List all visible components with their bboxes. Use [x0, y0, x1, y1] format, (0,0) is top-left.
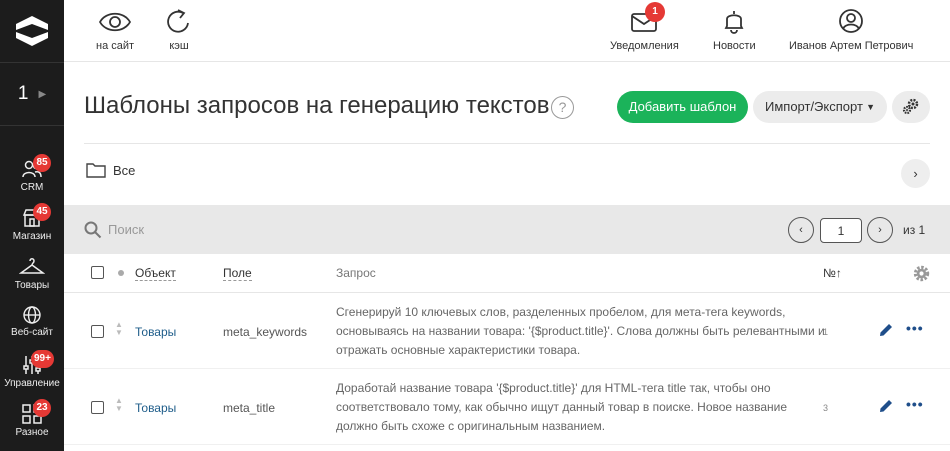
- chevron-left-icon: ‹: [799, 224, 803, 236]
- search-bar: ‹ › из 1: [64, 205, 950, 254]
- gears-icon: [902, 98, 919, 115]
- notifications-badge: 1: [645, 2, 665, 22]
- table-row[interactable]: ▲ ▼ Товары meta_title Доработай название …: [64, 370, 950, 445]
- add-template-button[interactable]: Добавить шаблон: [617, 91, 748, 123]
- news-label: Новости: [713, 40, 756, 52]
- edit-icon[interactable]: [878, 322, 894, 338]
- site-switcher[interactable]: 1 ▶: [0, 62, 64, 126]
- cell-number: 3: [823, 403, 829, 413]
- refresh-icon: [167, 9, 189, 33]
- chevron-right-icon: ›: [878, 224, 882, 236]
- sidebar-item-label: Управление: [4, 378, 60, 389]
- select-all-checkbox[interactable]: [91, 266, 104, 279]
- sidebar-item-label: CRM: [20, 182, 44, 193]
- search-input[interactable]: [108, 218, 408, 240]
- user-menu[interactable]: Иванов Артем Петрович: [789, 8, 913, 52]
- cache-label: кэш: [169, 40, 189, 52]
- sidebar: 1 ▶ CRM 85 Магазин 45 Товары Веб-сайт Уп…: [0, 0, 64, 451]
- cell-query: Сгенерируй 10 ключевых слов, разделенных…: [336, 305, 825, 357]
- folder-icon: [86, 163, 106, 178]
- column-settings-icon[interactable]: [912, 264, 931, 283]
- column-query: Запрос: [336, 266, 376, 280]
- cell-number: 1: [823, 327, 829, 337]
- import-export-button[interactable]: Импорт/Экспорт ▼: [753, 91, 887, 123]
- sidebar-item-crm[interactable]: CRM 85: [0, 154, 64, 206]
- eye-icon: [99, 12, 132, 32]
- column-field[interactable]: Поле: [223, 266, 252, 281]
- globe-icon: [23, 306, 41, 324]
- user-name: Иванов Артем Петрович: [789, 40, 914, 52]
- more-icon[interactable]: •••: [906, 320, 924, 336]
- table-header: Объект Поле Запрос №↑: [64, 254, 950, 293]
- cell-object-link[interactable]: Товары: [135, 325, 176, 339]
- row-checkbox[interactable]: [91, 401, 104, 414]
- to-site-label: на сайт: [96, 40, 135, 52]
- cache-button[interactable]: кэш: [164, 8, 194, 52]
- caret-down-icon: ▼: [866, 102, 875, 112]
- folder-label: Все: [113, 162, 136, 178]
- search-icon: [84, 221, 102, 239]
- notifications-button[interactable]: Уведомления 1: [610, 2, 679, 52]
- header-divider: [84, 143, 930, 144]
- to-site-button[interactable]: на сайт: [96, 8, 134, 52]
- management-badge: 99+: [31, 350, 54, 368]
- hanger-icon: [19, 258, 45, 274]
- chevron-right-icon: ›: [913, 166, 918, 181]
- import-export-label: Импорт/Экспорт: [765, 99, 863, 114]
- sidebar-item-label: Разное: [15, 427, 49, 438]
- sidebar-item-management[interactable]: Управление 99+: [0, 350, 64, 402]
- site-number: 1: [17, 83, 29, 104]
- logo-icon: [16, 16, 48, 46]
- sidebar-item-products[interactable]: Товары: [0, 256, 64, 304]
- help-icon[interactable]: ?: [551, 96, 574, 119]
- app-logo[interactable]: [0, 0, 64, 62]
- edit-icon[interactable]: [878, 398, 894, 414]
- chevron-right-icon: ▶: [38, 88, 47, 100]
- column-number[interactable]: №↑: [823, 266, 842, 280]
- next-page-button[interactable]: ›: [867, 217, 893, 243]
- table-row[interactable]: ▲ ▼ Товары meta_keywords Сгенерируй 10 кл…: [64, 294, 950, 369]
- drag-handle-icon[interactable]: ▲ ▼: [114, 397, 124, 413]
- sidebar-item-website[interactable]: Веб-сайт: [0, 305, 64, 353]
- prev-page-button[interactable]: ‹: [788, 217, 814, 243]
- page-title: Шаблоны запросов на генерацию текстов: [84, 92, 550, 119]
- folder-all[interactable]: Все: [86, 162, 135, 178]
- page-count: из 1: [903, 223, 926, 237]
- status-dot: [118, 270, 124, 276]
- user-icon: [839, 9, 864, 33]
- page-number-input[interactable]: [820, 218, 862, 243]
- cell-field: meta_keywords: [223, 325, 308, 339]
- shop-badge: 45: [33, 203, 51, 221]
- folder-expand-button[interactable]: ›: [901, 159, 930, 188]
- sidebar-item-label: Товары: [14, 280, 50, 291]
- cell-object-link[interactable]: Товары: [135, 401, 176, 415]
- bell-icon: [724, 11, 744, 34]
- settings-button[interactable]: [892, 91, 930, 123]
- cell-query: Доработай название товара '{$product.tit…: [336, 381, 788, 433]
- column-object[interactable]: Объект: [135, 266, 176, 281]
- sidebar-item-shop[interactable]: Магазин 45: [0, 203, 64, 255]
- sidebar-item-label: Веб-сайт: [11, 327, 53, 338]
- more-icon[interactable]: •••: [906, 396, 924, 412]
- sidebar-item-label: Магазин: [12, 231, 52, 242]
- notifications-label: Уведомления: [610, 40, 679, 52]
- crm-badge: 85: [33, 154, 51, 172]
- news-button[interactable]: Новости: [713, 8, 756, 52]
- topbar: на сайт кэш Уведомления 1 Новости Иванов…: [64, 0, 950, 62]
- misc-badge: 23: [33, 399, 51, 417]
- sidebar-item-misc[interactable]: Разное 23: [0, 399, 64, 451]
- drag-handle-icon[interactable]: ▲ ▼: [114, 321, 124, 337]
- cell-field: meta_title: [223, 401, 276, 415]
- row-checkbox[interactable]: [91, 325, 104, 338]
